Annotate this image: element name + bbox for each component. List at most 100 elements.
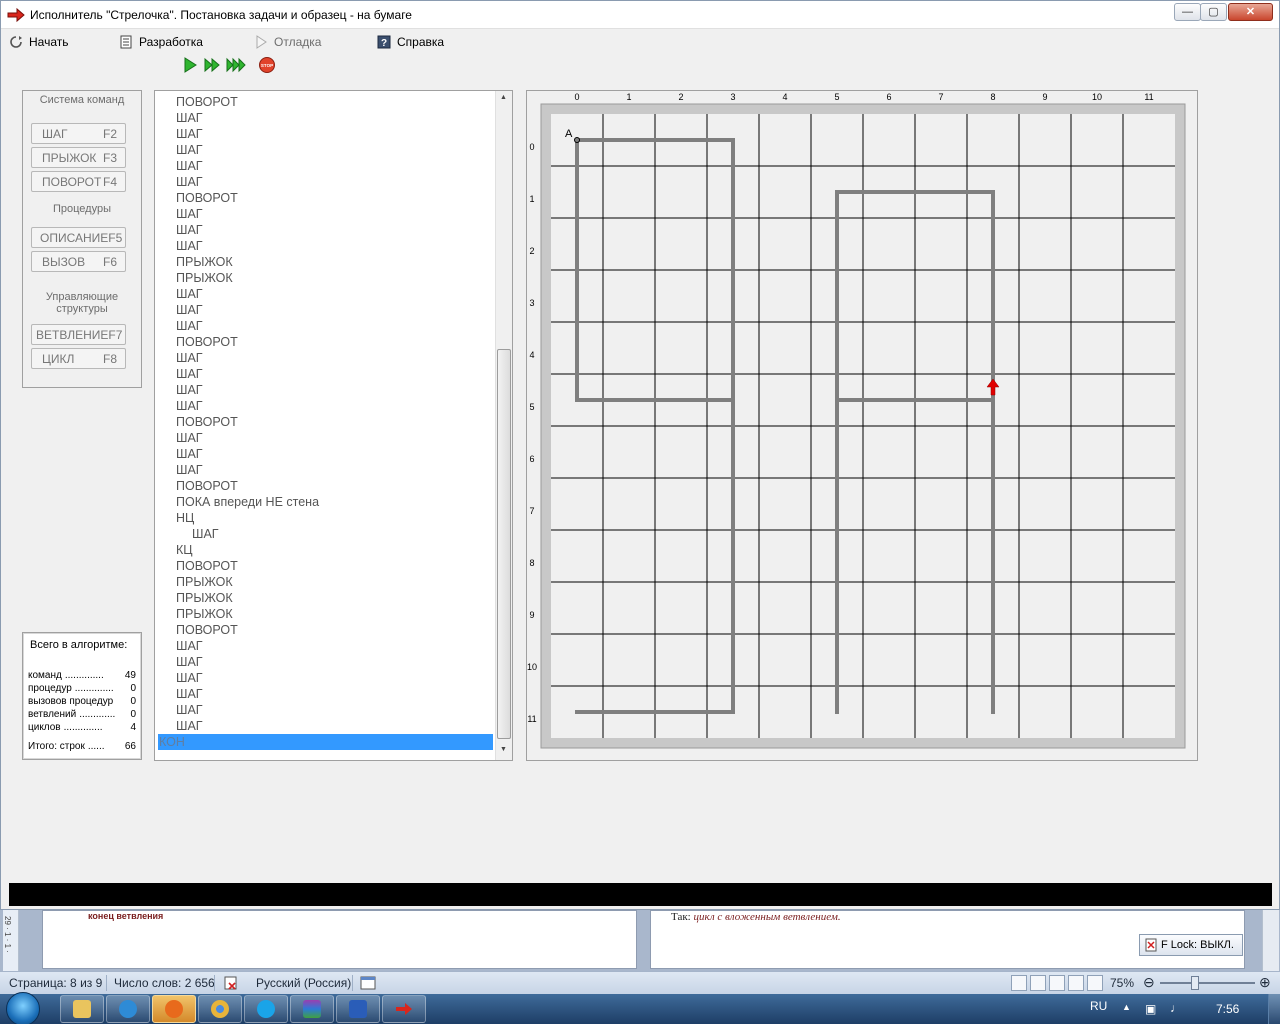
tray-clock[interactable]: 7:56 bbox=[1216, 1002, 1239, 1016]
code-line[interactable]: ШАГ bbox=[176, 718, 203, 734]
code-line[interactable]: ШАГ bbox=[176, 702, 203, 718]
code-line[interactable]: ПОВОРОТ bbox=[176, 558, 238, 574]
code-line[interactable]: ШАГ bbox=[176, 446, 203, 462]
menu-bar: Начать Разработка Отладка ? Справка bbox=[1, 30, 1279, 52]
flock-indicator[interactable]: F Lock: ВЫКЛ. bbox=[1139, 934, 1243, 956]
code-line[interactable]: КЦ bbox=[176, 542, 193, 558]
zoom-thumb[interactable] bbox=[1191, 976, 1199, 990]
code-line[interactable]: ШАГ bbox=[176, 174, 203, 190]
taskbar-word[interactable] bbox=[336, 995, 380, 1023]
reading-view-icon[interactable] bbox=[1030, 975, 1046, 991]
code-line[interactable]: ПРЫЖОК bbox=[176, 606, 233, 622]
code-line[interactable]: ШАГ bbox=[176, 462, 203, 478]
web-view-icon[interactable] bbox=[1049, 975, 1065, 991]
algorithm-editor[interactable]: ПОВОРОТ ШАГ ШАГ ШАГ ШАГ ШАГ ПОВОРОТ ШАГ ШАГ ШАГ ПР… bbox=[154, 90, 513, 761]
code-line[interactable]: ШАГ bbox=[176, 382, 203, 398]
code-line[interactable]: ПОВОРОТ bbox=[176, 190, 238, 206]
describe-button[interactable]: ОПИСАНИЕ F5 bbox=[31, 227, 126, 248]
code-line[interactable]: ПОКА впереди НЕ стена bbox=[176, 494, 319, 510]
spellcheck-icon[interactable] bbox=[223, 975, 241, 991]
outline-view-icon[interactable] bbox=[1068, 975, 1084, 991]
taskbar-firefox[interactable] bbox=[152, 995, 196, 1023]
taskbar-ie[interactable] bbox=[106, 995, 150, 1023]
tray-language[interactable]: RU bbox=[1090, 999, 1107, 1013]
code-line[interactable]: ШАГ bbox=[176, 638, 203, 654]
jump-button[interactable]: ПРЫЖОК F3 bbox=[31, 147, 126, 168]
turn-button[interactable]: ПОВОРОТ F4 bbox=[31, 171, 126, 192]
print-layout-icon[interactable] bbox=[1011, 975, 1027, 991]
code-line[interactable]: НЦ bbox=[176, 510, 194, 526]
zoom-in-icon[interactable]: ⊕ bbox=[1259, 974, 1271, 991]
start-button[interactable] bbox=[6, 992, 40, 1024]
branch-button[interactable]: ВЕТВЛЕНИЕ F7 bbox=[31, 324, 126, 345]
code-line[interactable]: ШАГ bbox=[176, 686, 203, 702]
code-line[interactable]: ПРЫЖОК bbox=[176, 590, 233, 606]
code-line[interactable]: ШАГ bbox=[176, 654, 203, 670]
code-line[interactable]: ШАГ bbox=[176, 286, 203, 302]
editor-scrollbar[interactable]: ▲ ▼ bbox=[495, 91, 512, 760]
maximize-button[interactable]: ▢ bbox=[1200, 3, 1227, 21]
zoom-out-icon[interactable]: ⊖ bbox=[1143, 974, 1155, 991]
code-line[interactable]: ПОВОРОТ bbox=[176, 622, 238, 638]
selected-line[interactable]: КОН bbox=[158, 734, 493, 750]
code-line[interactable]: ПОВОРОТ bbox=[176, 94, 238, 110]
code-line[interactable]: ШАГ bbox=[176, 318, 203, 334]
call-button[interactable]: ВЫЗОВ F6 bbox=[31, 251, 126, 272]
tray-expand-icon[interactable]: ▲ bbox=[1122, 1002, 1131, 1012]
code-line[interactable]: ШАГ bbox=[176, 350, 203, 366]
code-line[interactable]: ШАГ bbox=[176, 222, 203, 238]
zoom-slider[interactable] bbox=[1160, 982, 1255, 984]
page-counter[interactable]: Страница: 8 из 9 bbox=[9, 976, 102, 990]
code-line[interactable]: ПРЫЖОК bbox=[176, 254, 233, 270]
code-line[interactable]: ШАГ bbox=[192, 526, 219, 542]
code-line[interactable]: ПОВОРОТ bbox=[176, 414, 238, 430]
code-line[interactable]: ШАГ bbox=[176, 126, 203, 142]
menu-start[interactable]: Начать bbox=[9, 33, 69, 51]
loop-button[interactable]: ЦИКЛ F8 bbox=[31, 348, 126, 369]
code-line[interactable]: ШАГ bbox=[176, 238, 203, 254]
minimize-button[interactable]: — bbox=[1174, 3, 1201, 21]
code-line[interactable]: ШАГ bbox=[176, 142, 203, 158]
code-line[interactable]: ШАГ bbox=[176, 110, 203, 126]
code-line[interactable]: ПОВОРОТ bbox=[176, 478, 238, 494]
tray-network-icon[interactable]: ▣ bbox=[1145, 1002, 1156, 1016]
code-line[interactable]: ШАГ bbox=[176, 366, 203, 382]
code-line[interactable]: ШАГ bbox=[176, 206, 203, 222]
taskbar-chrome[interactable] bbox=[198, 995, 242, 1023]
stop-icon[interactable]: STOP bbox=[258, 56, 276, 74]
scroll-up-icon[interactable]: ▲ bbox=[500, 94, 507, 101]
title-bar[interactable]: Исполнитель "Стрелочка". Постановка зада… bbox=[1, 1, 1279, 29]
menu-dev[interactable]: Разработка bbox=[119, 33, 203, 51]
step-button[interactable]: ШАГ F2 bbox=[31, 123, 126, 144]
code-line[interactable]: ШАГ bbox=[176, 398, 203, 414]
taskbar-winrar[interactable] bbox=[290, 995, 334, 1023]
language-indicator[interactable]: Русский (Россия) bbox=[256, 976, 351, 990]
close-button[interactable]: ✕ bbox=[1228, 3, 1273, 21]
code-line[interactable]: ПОВОРОТ bbox=[176, 334, 238, 350]
show-desktop-button[interactable] bbox=[1268, 994, 1280, 1024]
run-icon[interactable] bbox=[181, 56, 199, 74]
fast-run-icon[interactable] bbox=[203, 56, 221, 74]
code-line[interactable]: ШАГ bbox=[176, 430, 203, 446]
code-line[interactable]: ШАГ bbox=[176, 158, 203, 174]
code-line[interactable]: ПРЫЖОК bbox=[176, 574, 233, 590]
menu-help[interactable]: ? Справка bbox=[377, 33, 444, 51]
macro-icon[interactable] bbox=[360, 976, 376, 990]
word-count[interactable]: Число слов: 2 656 bbox=[114, 976, 215, 990]
taskbar-skype[interactable] bbox=[244, 995, 288, 1023]
menu-debug[interactable]: Отладка bbox=[254, 33, 321, 51]
code-line[interactable]: ШАГ bbox=[176, 670, 203, 686]
tray-volume-icon[interactable]: ♩ bbox=[1170, 1001, 1182, 1015]
taskbar-arrow-app[interactable] bbox=[382, 995, 426, 1023]
scroll-down-icon[interactable]: ▼ bbox=[500, 746, 507, 753]
field-canvas: 0 1 2 3 4 5 6 7 8 9 10 11 0 1 2 3 4 5 6 7 8 9 10 11 A bbox=[527, 92, 1186, 749]
code-line[interactable]: ШАГ bbox=[176, 302, 203, 318]
scroll-thumb[interactable] bbox=[497, 349, 511, 739]
black-strip bbox=[9, 883, 1272, 906]
code-line[interactable]: ПРЫЖОК bbox=[176, 270, 233, 286]
zoom-level[interactable]: 75% bbox=[1110, 976, 1134, 990]
draft-view-icon[interactable] bbox=[1087, 975, 1103, 991]
taskbar-explorer[interactable] bbox=[60, 995, 104, 1023]
document-scrollbar[interactable] bbox=[1262, 910, 1279, 971]
fastest-run-icon[interactable] bbox=[226, 56, 246, 74]
